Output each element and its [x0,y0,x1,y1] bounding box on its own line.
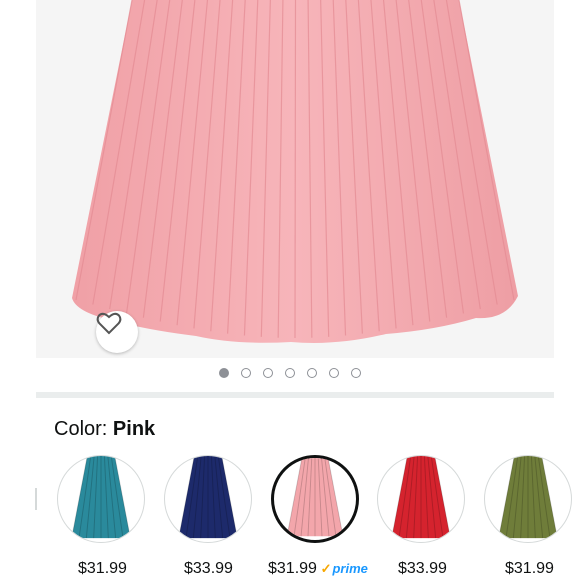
swatch-price: $31.99 ✓prime [268,560,368,578]
carousel-dot[interactable] [307,368,317,378]
color-swatch[interactable] [164,455,252,543]
selected-color-name: Pink [112,418,156,440]
carousel-dot[interactable] [351,368,361,378]
section-divider [36,392,554,398]
color-swatch[interactable] [57,455,145,543]
carousel-dot[interactable] [329,368,339,378]
swatch-price: $31.99 [78,560,127,578]
carousel-dot[interactable] [285,368,295,378]
swatch-price: $33.99 [184,560,233,578]
heart-outline-icon [96,312,122,335]
product-image[interactable] [36,0,554,358]
color-swatch[interactable] [484,455,572,543]
color-swatch-list: $31.99 $33.99 $31.99 ✓prime $33.99 $31.99 [0,455,580,580]
swatch-price: $33.99 [398,560,447,578]
prime-check-icon: ✓ [320,561,332,576]
wishlist-button[interactable] [96,311,138,353]
carousel-dot[interactable] [219,368,229,378]
swatch-skirt-image [71,456,131,539]
swatch-skirt-image [178,456,238,539]
price-amount: $33.99 [184,560,233,577]
swatch-skirt-image [286,458,344,537]
pleat-line [294,0,297,339]
skirt-image [72,0,518,343]
carousel-dot[interactable] [263,368,273,378]
swatch-skirt-image [498,456,558,539]
swatch-skirt-image [391,456,451,539]
color-label: Color: Pink [54,418,155,441]
prime-label: prime [332,561,368,576]
color-label-prefix: Color: [54,418,108,440]
price-amount: $33.99 [398,560,447,577]
price-amount: $31.99 [268,560,317,577]
image-carousel-indicator [0,368,580,378]
color-swatch[interactable] [377,455,465,543]
swatch-price: $31.99 [505,560,554,578]
color-swatch[interactable] [271,455,359,543]
prime-badge: ✓prime [317,561,368,576]
price-amount: $31.99 [78,560,127,577]
price-amount: $31.99 [505,560,554,577]
carousel-dot[interactable] [241,368,251,378]
